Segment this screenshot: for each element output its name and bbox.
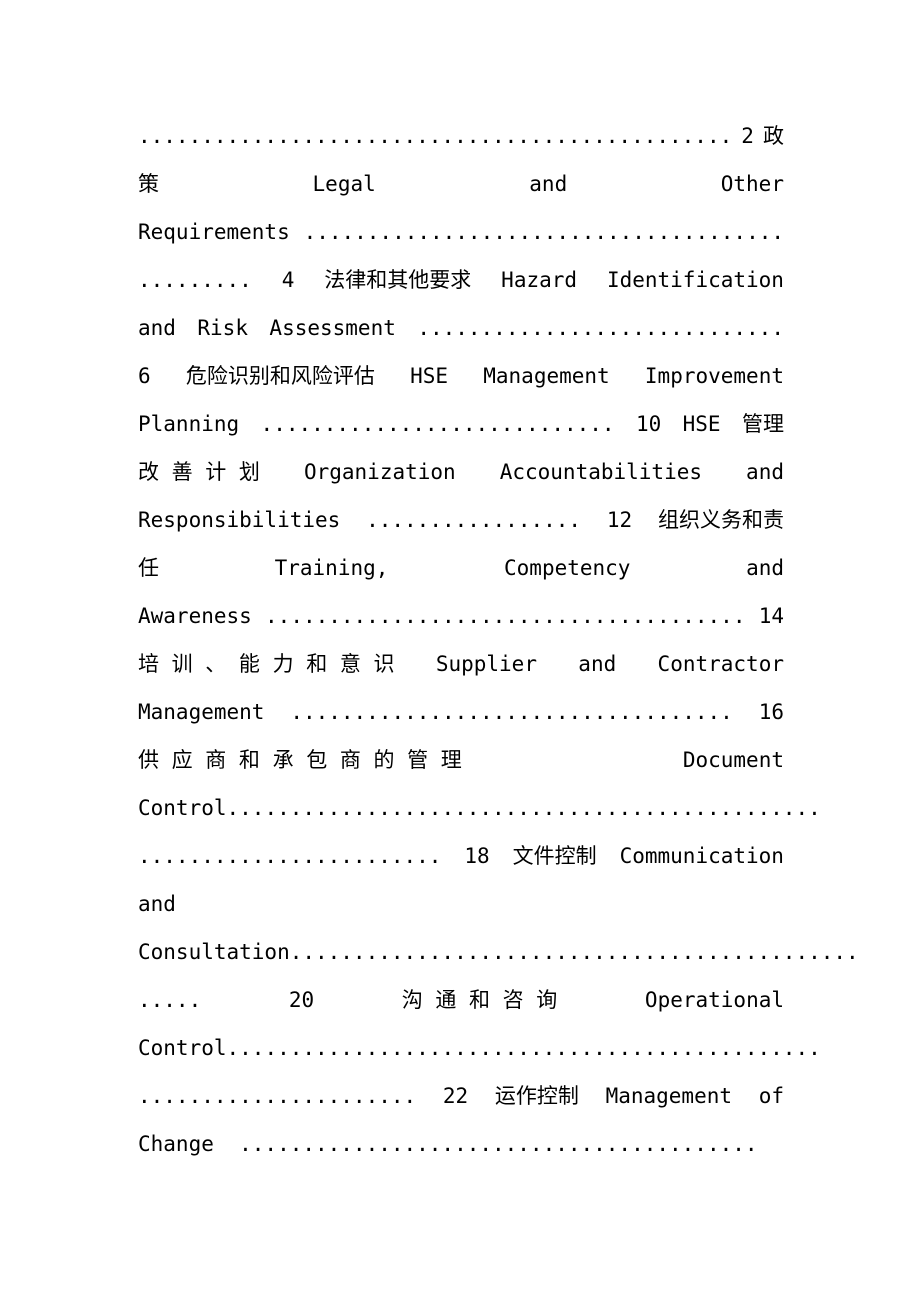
- toc-line-segment: Document: [682, 748, 784, 772]
- toc-line-segment: .....: [138, 988, 202, 1012]
- toc-line: 供 应 商 和 承 包 商 的 管 理 Document: [138, 736, 784, 784]
- toc-line-segment: ........................................…: [138, 124, 733, 148]
- toc-line: ......... 4 法律和其他要求 Hazard Identification: [138, 256, 784, 304]
- toc-line-segment: 培 训 、 能 力 和 意 识: [138, 652, 395, 676]
- toc-line-segment: HSE: [410, 364, 449, 388]
- toc-line-segment: Accountabilities: [499, 460, 703, 484]
- toc-line-segment: ......................................: [265, 604, 746, 628]
- toc-line-segment: Competency: [504, 556, 631, 580]
- toc-line-segment: ......................: [138, 1084, 417, 1108]
- toc-line-segment: Requirements: [138, 220, 290, 244]
- toc-line: Control.................................…: [138, 784, 821, 832]
- toc-line-segment: ......................................: [303, 220, 784, 244]
- toc-line-segment: Communication: [619, 844, 784, 868]
- toc-line-segment: and: [138, 316, 176, 340]
- toc-line: Awareness...............................…: [138, 592, 784, 640]
- document-page: ........................................…: [0, 0, 920, 1302]
- toc-line-segment: 改 善 计 划: [138, 460, 260, 484]
- toc-line: 任 Training, Competency and: [138, 544, 784, 592]
- toc-line: 6 危险识别和风险评估 HSE Management Improvement: [138, 352, 784, 400]
- toc-line-segment: and: [578, 652, 617, 676]
- toc-line: ...................... 22 运作控制 Management of: [138, 1072, 784, 1120]
- toc-line-segment: and: [746, 556, 784, 580]
- toc-line: 改 善 计 划 Organization Accountabilities and: [138, 448, 784, 496]
- toc-line-segment: 文件控制: [512, 844, 597, 868]
- toc-line: Responsibilities................. 12 组织义务和…: [138, 496, 784, 544]
- toc-line-segment: .........: [138, 268, 252, 292]
- toc-line-segment: 法律和其他要求: [324, 268, 472, 292]
- toc-line-segment: 危险识别和风险评估: [185, 364, 375, 388]
- table-of-contents-body: ........................................…: [138, 112, 859, 1168]
- toc-line-segment: 政: [762, 124, 784, 148]
- toc-line-segment: ............................: [260, 412, 615, 436]
- toc-line-segment: Hazard: [501, 268, 578, 292]
- toc-line-segment: Management: [605, 1084, 732, 1108]
- toc-line-segment: and: [746, 460, 784, 484]
- toc-line-segment: ...................................: [290, 700, 733, 724]
- toc-line-segment: Risk: [197, 316, 248, 340]
- toc-line: Management..............................…: [138, 688, 784, 736]
- toc-line-segment: Operational: [644, 988, 784, 1012]
- toc-line-segment: Awareness: [138, 604, 252, 628]
- toc-line-segment: ........................................…: [226, 1036, 821, 1060]
- toc-line-segment: 10: [635, 412, 662, 436]
- toc-line-segment: Contractor: [657, 652, 784, 676]
- toc-line-segment: 18: [464, 844, 490, 868]
- toc-line-segment: 管理: [741, 412, 784, 436]
- toc-line-segment: Other: [720, 172, 784, 196]
- toc-line-segment: Legal: [312, 172, 376, 196]
- toc-line-segment: and: [529, 172, 568, 196]
- toc-line: and: [138, 892, 176, 916]
- toc-line-segment: .............................: [417, 316, 784, 340]
- toc-line-segment: 22: [442, 1084, 469, 1108]
- toc-line-segment: 20: [288, 988, 315, 1012]
- toc-line-segment: 4: [281, 268, 295, 292]
- toc-line: Control.................................…: [138, 1024, 821, 1072]
- toc-line-segment: 策: [138, 172, 159, 196]
- toc-line-segment: ........................................…: [226, 796, 821, 820]
- toc-line-segment: 12: [606, 508, 633, 532]
- toc-line-segment: Organization: [303, 460, 456, 484]
- toc-line-segment: ........................: [138, 844, 442, 868]
- toc-line-segment: Improvement: [644, 364, 784, 388]
- toc-line: Planning............................ 10 HS…: [138, 400, 784, 448]
- toc-line-segment: of: [758, 1084, 784, 1108]
- toc-line: Change .................................…: [138, 1132, 758, 1156]
- toc-line: 策 Legal and Other: [138, 160, 784, 208]
- toc-line-segment: Assessment: [269, 316, 396, 340]
- toc-line-segment: Identification: [606, 268, 784, 292]
- toc-line-segment: 16: [758, 700, 784, 724]
- toc-line: Requirements............................…: [138, 208, 784, 256]
- toc-line-segment: 14: [758, 604, 784, 628]
- toc-line-segment: Management: [138, 700, 265, 724]
- toc-line-segment: Training,: [274, 556, 389, 580]
- toc-line: and Risk Assessment.......................…: [138, 304, 784, 352]
- toc-line-segment: 组织义务和责: [657, 508, 784, 532]
- toc-line-segment: 供 应 商 和 承 包 商 的 管 理: [138, 748, 462, 772]
- toc-line-segment: 运作控制: [494, 1084, 579, 1108]
- toc-line-segment: .................: [366, 508, 582, 532]
- toc-line-segment: Control: [138, 1036, 227, 1060]
- toc-line: 培 训 、 能 力 和 意 识 Supplier and Contractor: [138, 640, 784, 688]
- toc-line-segment: 2: [741, 124, 754, 148]
- toc-line-segment: Supplier: [435, 652, 537, 676]
- toc-line: ........................................…: [138, 112, 784, 160]
- toc-line-segment: Control: [138, 796, 227, 820]
- toc-line-segment: Responsibilities: [138, 508, 341, 532]
- toc-line-segment: Planning: [138, 412, 240, 436]
- toc-line: ........................ 18 文件控制 Communicat…: [138, 832, 784, 880]
- toc-line-segment: 6: [138, 364, 151, 388]
- toc-line-segment: Management: [483, 364, 610, 388]
- toc-line: Consultation............................…: [138, 940, 859, 964]
- toc-line-segment: HSE: [682, 412, 721, 436]
- toc-line-segment: 沟 通 和 咨 询: [401, 988, 558, 1012]
- toc-line: ..... 20 沟 通 和 咨 询 Operational: [138, 976, 784, 1024]
- toc-line-segment: 任: [138, 556, 159, 580]
